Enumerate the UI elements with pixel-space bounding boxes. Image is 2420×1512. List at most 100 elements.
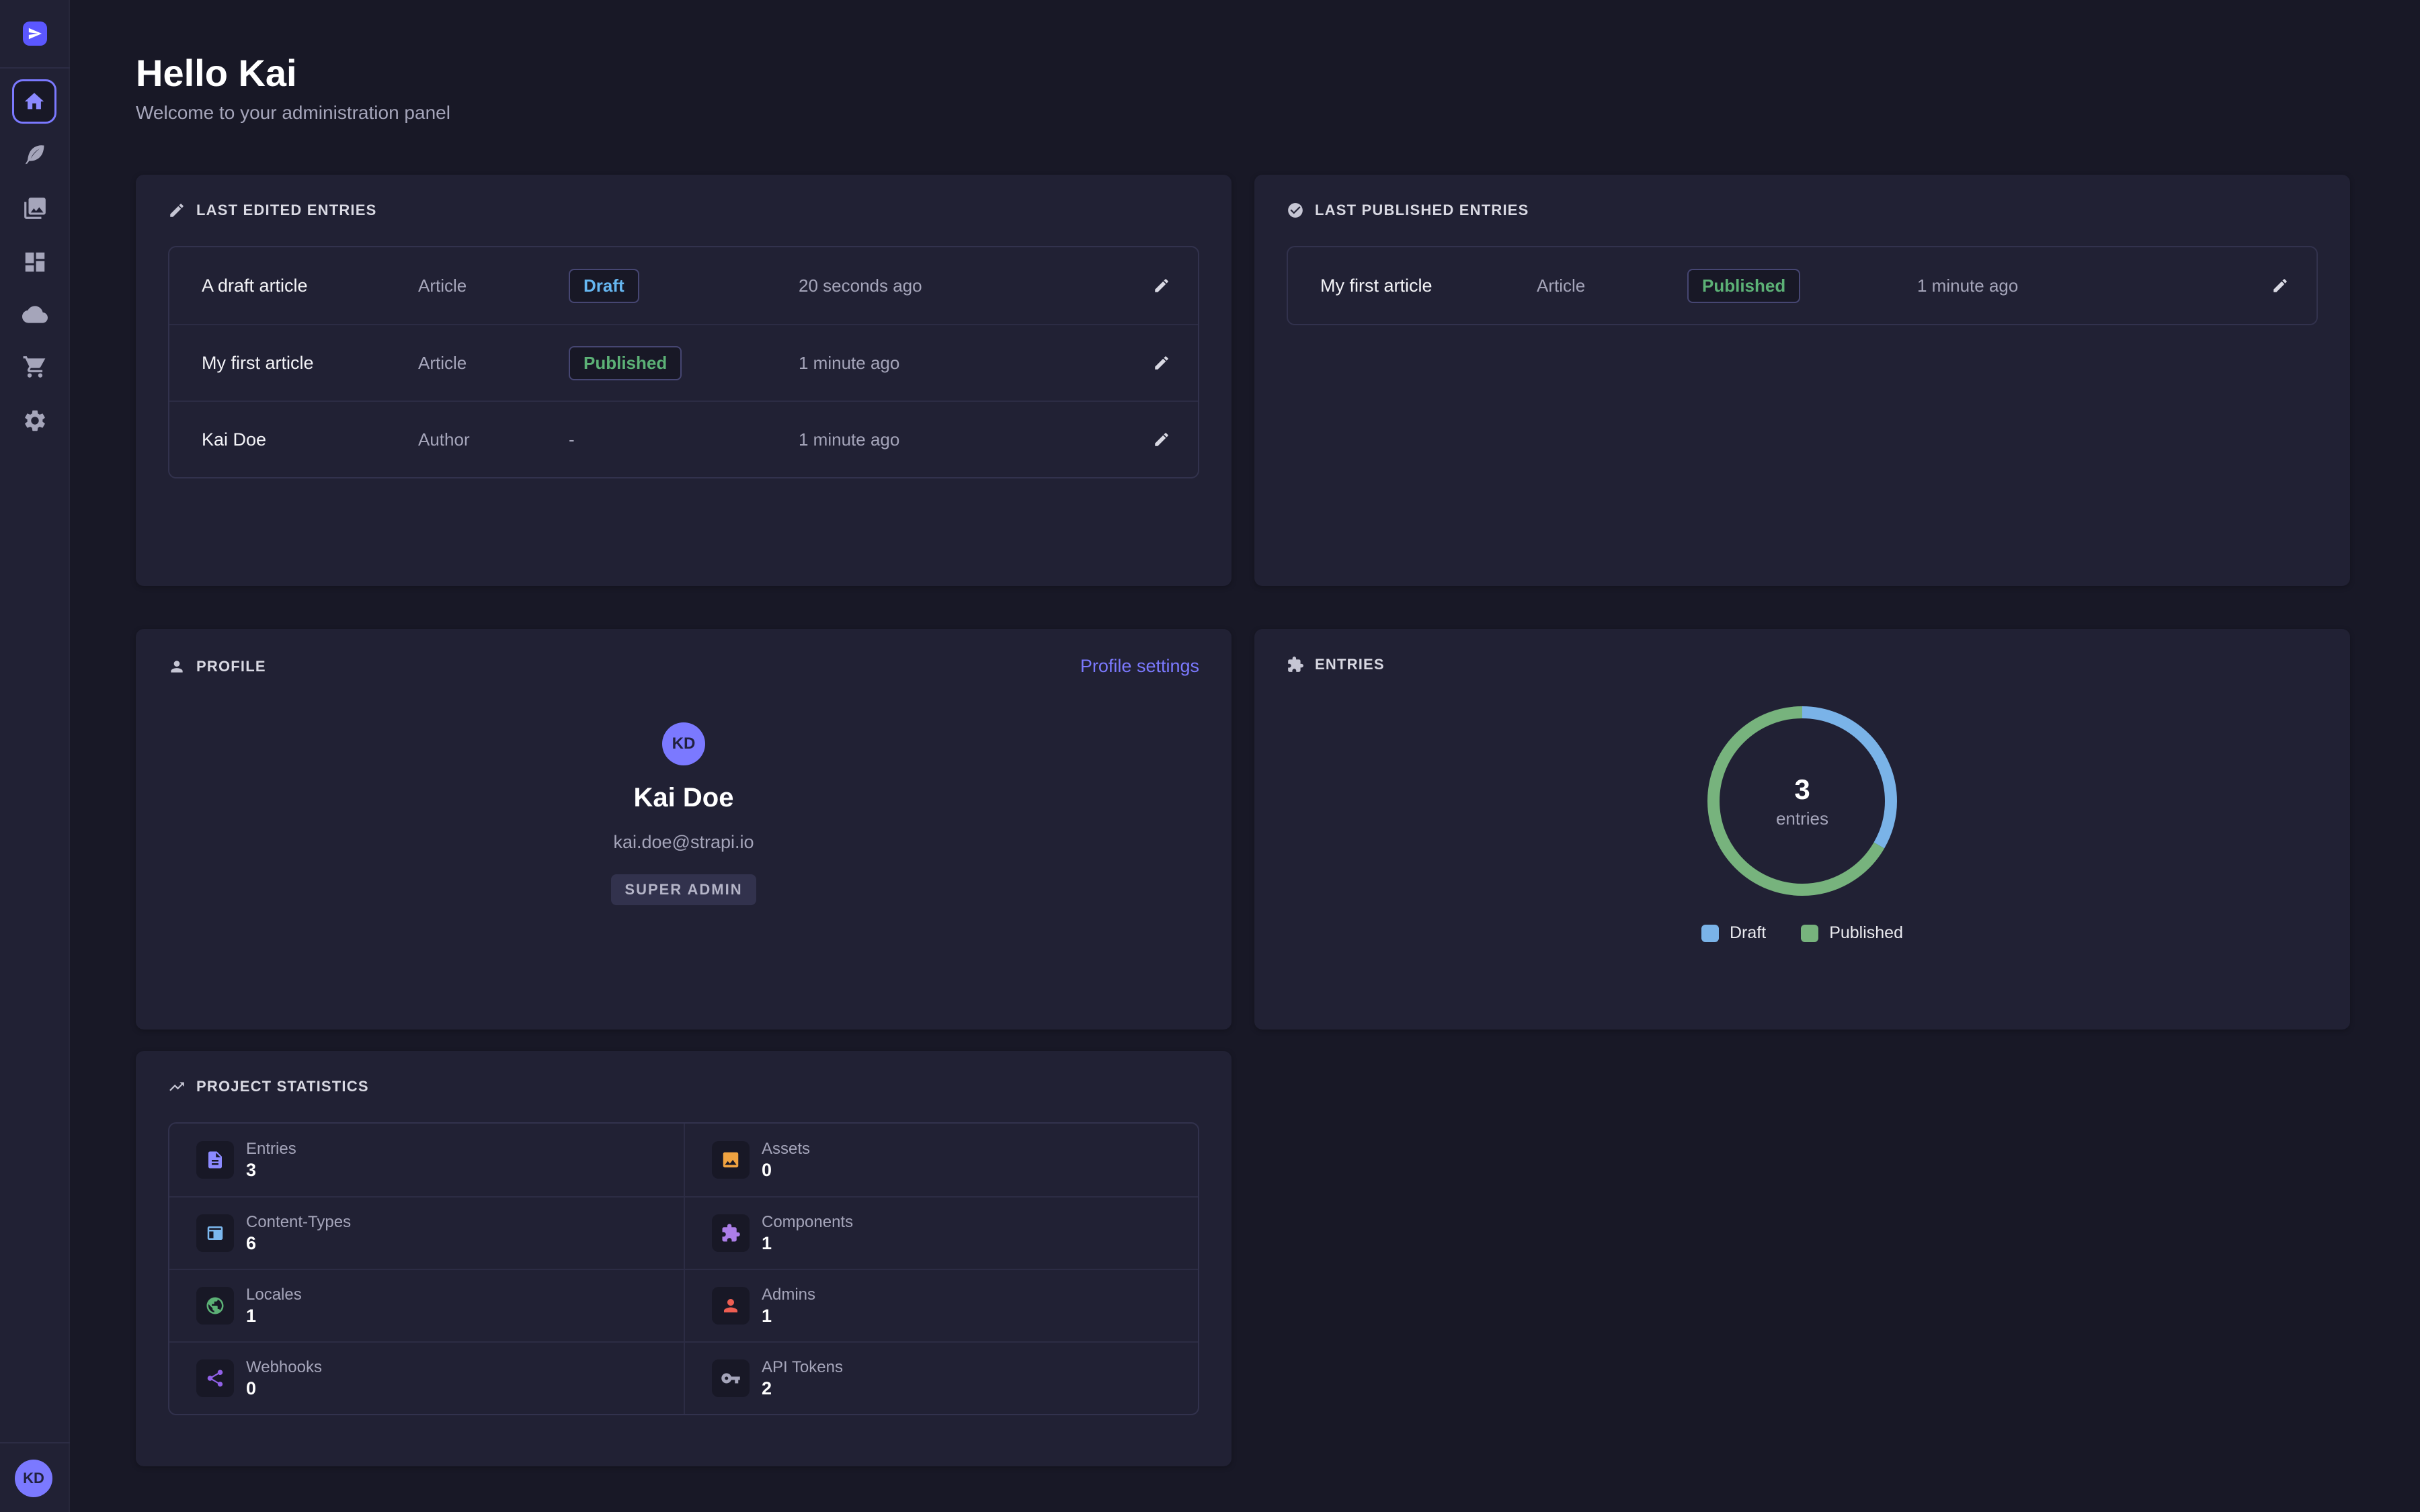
edit-pencil-icon bbox=[1153, 354, 1170, 372]
legend-label: Draft bbox=[1730, 923, 1766, 943]
stat-label: Locales bbox=[246, 1286, 302, 1304]
stat-value: 1 bbox=[762, 1233, 853, 1254]
sidebar-item-marketplace[interactable] bbox=[22, 353, 48, 380]
stat-label: Admins bbox=[762, 1286, 815, 1304]
card-title: PROJECT STATISTICS bbox=[196, 1078, 369, 1095]
stat-value: 1 bbox=[246, 1306, 302, 1327]
table-row: My first article Article Published 1 min… bbox=[1288, 247, 2316, 324]
sidebar-divider bbox=[0, 67, 70, 69]
entries-card: ENTRIES 3 entries Draft Published bbox=[1254, 629, 2350, 1030]
last-published-entries-card: LAST PUBLISHED ENTRIES My first article … bbox=[1254, 175, 2350, 586]
sidebar-divider bbox=[0, 1442, 70, 1443]
settings-gear-icon bbox=[22, 408, 48, 433]
edit-entry-button[interactable] bbox=[2263, 268, 2298, 303]
status-badge: Published bbox=[1687, 269, 1800, 303]
edit-pencil-icon bbox=[1153, 431, 1170, 448]
profile-email: kai.doe@strapi.io bbox=[613, 832, 754, 853]
profile-card: PROFILE Profile settings KD Kai Doe kai.… bbox=[136, 629, 1232, 1030]
table-row: My first article Article Published 1 min… bbox=[169, 324, 1198, 401]
status-badge: Draft bbox=[569, 269, 639, 303]
entries-file-icon bbox=[196, 1141, 234, 1179]
entry-time: 1 minute ago bbox=[799, 429, 1144, 450]
edit-pencil-icon bbox=[2271, 277, 2289, 294]
edit-entry-button[interactable] bbox=[1144, 422, 1179, 457]
stat-locales: Locales 1 bbox=[169, 1269, 684, 1341]
puzzle-icon bbox=[1287, 656, 1304, 673]
sidebar-item-content-type-builder[interactable] bbox=[22, 249, 48, 276]
sidebar: KD bbox=[0, 0, 70, 1512]
sidebar-item-media-library[interactable] bbox=[22, 195, 48, 222]
last-edited-entries-card: LAST EDITED ENTRIES A draft article Arti… bbox=[136, 175, 1232, 586]
page-title: Hello Kai bbox=[136, 51, 297, 95]
assets-image-icon bbox=[712, 1141, 750, 1179]
check-circle-icon bbox=[1287, 202, 1304, 219]
entry-type: Article bbox=[418, 276, 569, 296]
stat-content-types: Content-Types 6 bbox=[169, 1196, 684, 1269]
chart-legend: Draft Published bbox=[1287, 923, 2318, 943]
entry-type: Author bbox=[418, 429, 569, 450]
edit-pencil-icon bbox=[168, 202, 186, 219]
sidebar-user-avatar[interactable]: KD bbox=[15, 1460, 52, 1497]
stat-value: 3 bbox=[246, 1160, 296, 1181]
sidebar-item-content-manager[interactable] bbox=[22, 141, 48, 168]
deploy-cloud-icon bbox=[22, 302, 48, 327]
stat-components: Components 1 bbox=[684, 1196, 1198, 1269]
entry-time: 1 minute ago bbox=[799, 353, 1144, 374]
edit-pencil-icon bbox=[1153, 277, 1170, 294]
stat-label: Content-Types bbox=[246, 1213, 351, 1232]
stat-assets: Assets 0 bbox=[684, 1124, 1198, 1196]
components-puzzle-icon bbox=[712, 1214, 750, 1252]
webhooks-share-icon bbox=[196, 1359, 234, 1397]
media-library-icon bbox=[22, 196, 48, 221]
avatar: KD bbox=[662, 722, 705, 765]
edit-entry-button[interactable] bbox=[1144, 268, 1179, 303]
donut-total: 3 bbox=[1794, 773, 1810, 806]
stat-value: 2 bbox=[762, 1378, 843, 1399]
last-published-table: My first article Article Published 1 min… bbox=[1287, 246, 2318, 325]
edit-entry-button[interactable] bbox=[1144, 345, 1179, 380]
stat-admins: Admins 1 bbox=[684, 1269, 1198, 1341]
sidebar-item-home[interactable] bbox=[12, 79, 56, 124]
admins-user-icon bbox=[712, 1287, 750, 1325]
sidebar-item-settings[interactable] bbox=[22, 407, 48, 434]
api-tokens-key-icon bbox=[712, 1359, 750, 1397]
legend-item-published: Published bbox=[1801, 923, 1903, 943]
stat-webhooks: Webhooks 0 bbox=[169, 1341, 684, 1414]
entry-name: My first article bbox=[1320, 276, 1537, 296]
stat-value: 6 bbox=[246, 1233, 351, 1254]
card-title: ENTRIES bbox=[1315, 656, 1385, 673]
legend-swatch-published bbox=[1801, 925, 1818, 942]
strapi-dashboard: KD Hello Kai Welcome to your administrat… bbox=[0, 0, 2420, 1512]
profile-name: Kai Doe bbox=[634, 783, 734, 813]
legend-label: Published bbox=[1829, 923, 1903, 943]
entry-name: My first article bbox=[202, 353, 418, 374]
table-row: Kai Doe Author - 1 minute ago bbox=[169, 401, 1198, 477]
stat-value: 1 bbox=[762, 1306, 815, 1327]
profile-settings-link[interactable]: Profile settings bbox=[1080, 656, 1199, 677]
user-icon bbox=[168, 658, 186, 675]
donut-total-label: entries bbox=[1776, 808, 1828, 829]
content-types-layout-icon bbox=[196, 1214, 234, 1252]
stat-value: 0 bbox=[246, 1378, 322, 1399]
stat-entries: Entries 3 bbox=[169, 1124, 684, 1196]
status-badge: Published bbox=[569, 346, 682, 380]
entry-type: Article bbox=[418, 353, 569, 374]
entry-name: Kai Doe bbox=[202, 429, 418, 450]
page-subtitle: Welcome to your administration panel bbox=[136, 102, 450, 124]
trending-up-icon bbox=[168, 1078, 186, 1095]
content-type-builder-icon bbox=[22, 249, 48, 275]
last-edited-table: A draft article Article Draft 20 seconds… bbox=[168, 246, 1199, 478]
locales-globe-icon bbox=[196, 1287, 234, 1325]
role-badge: SUPER ADMIN bbox=[611, 874, 756, 905]
entry-time: 20 seconds ago bbox=[799, 276, 1144, 296]
table-row: A draft article Article Draft 20 seconds… bbox=[169, 247, 1198, 324]
entry-time: 1 minute ago bbox=[1917, 276, 2263, 296]
legend-swatch-draft bbox=[1701, 925, 1719, 942]
card-title: LAST EDITED ENTRIES bbox=[196, 202, 377, 219]
sidebar-item-deploy[interactable] bbox=[22, 301, 48, 328]
entry-status-empty: - bbox=[569, 429, 799, 450]
entry-name: A draft article bbox=[202, 276, 418, 296]
project-statistics-card: PROJECT STATISTICS Entries 3 Assets 0 bbox=[136, 1051, 1232, 1466]
strapi-logo[interactable] bbox=[23, 22, 47, 46]
stat-value: 0 bbox=[762, 1160, 810, 1181]
